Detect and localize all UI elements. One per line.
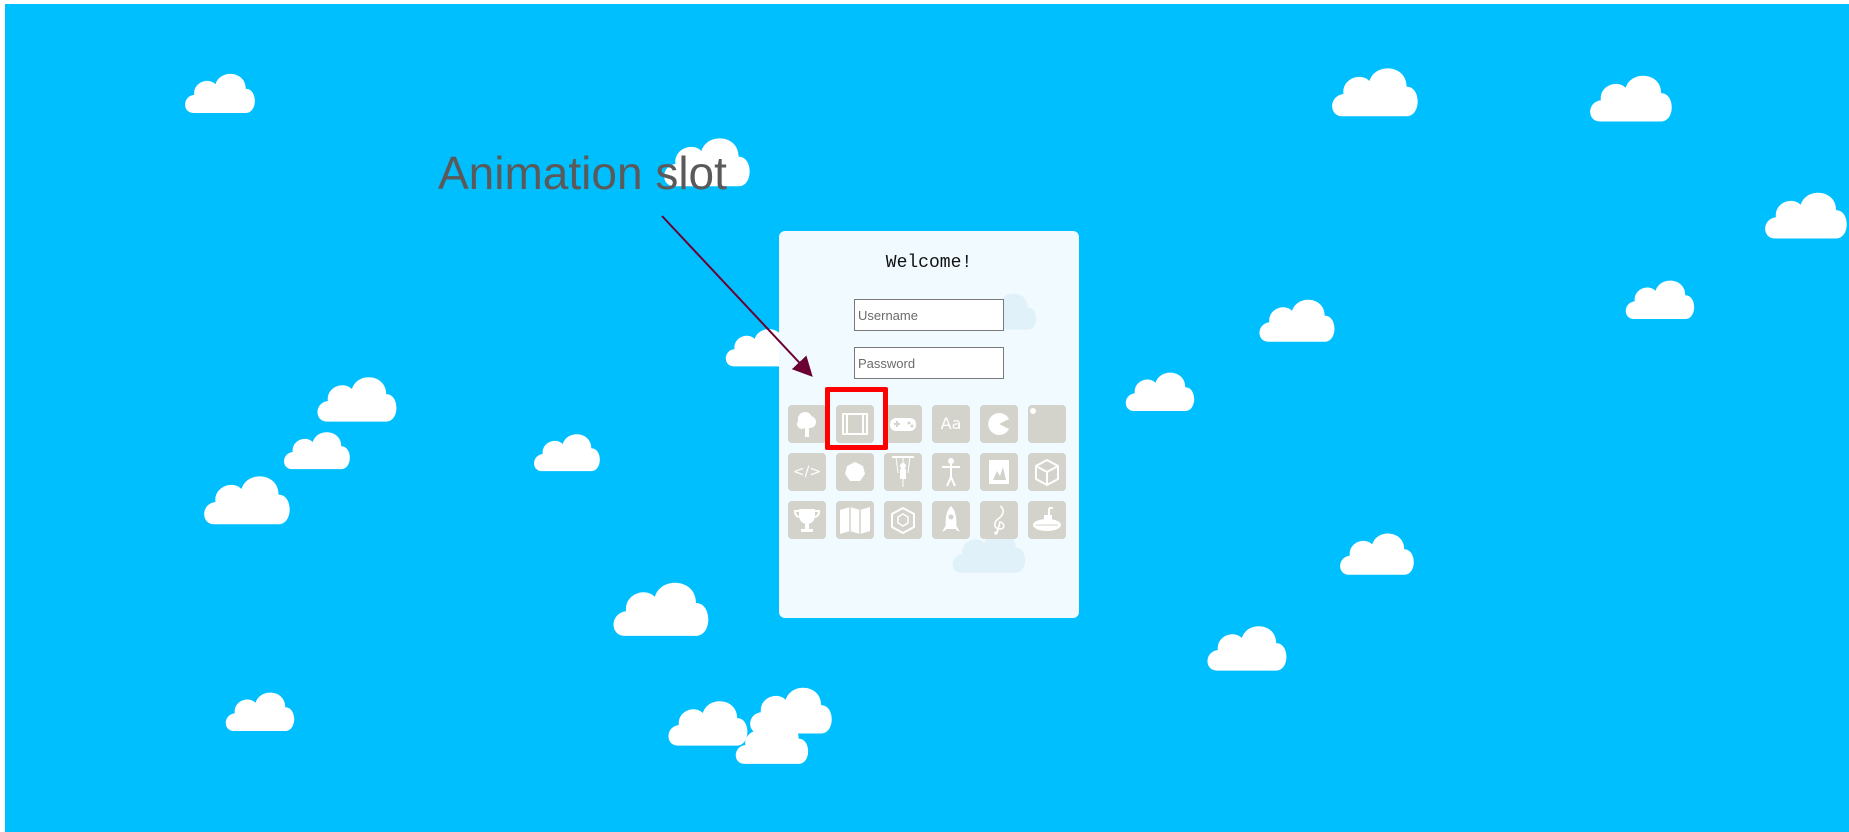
cloud-decoration	[317, 377, 397, 422]
animation-slot-highlight	[825, 387, 888, 450]
cube-icon	[1035, 458, 1059, 487]
welcome-title: Welcome!	[885, 253, 973, 273]
slot-picture[interactable]	[980, 453, 1018, 491]
slot-submarine[interactable]	[1028, 501, 1066, 539]
cloud-decoration	[1765, 192, 1847, 239]
slot-box[interactable]	[884, 501, 922, 539]
dot-icon	[1030, 408, 1036, 414]
code-icon: </>	[792, 464, 822, 480]
cloud-decoration	[1332, 68, 1418, 117]
slot-music[interactable]	[980, 501, 1018, 539]
username-input[interactable]	[854, 299, 1004, 331]
cloud-decoration	[1625, 280, 1695, 320]
submarine-icon	[1033, 507, 1061, 531]
tree-icon	[797, 412, 816, 437]
cloud-decoration	[613, 582, 709, 636]
gamepad-icon	[890, 418, 916, 431]
slot-tree[interactable]	[788, 405, 826, 443]
slot-map[interactable]	[836, 501, 874, 539]
login-card: Welcome! Aa </>	[779, 231, 1079, 618]
pie-icon	[988, 413, 1009, 435]
annotation-label: Animation slot	[438, 147, 727, 199]
slot-dot[interactable]	[1028, 405, 1066, 443]
picture-icon	[989, 460, 1009, 484]
rocket-icon	[942, 506, 960, 532]
cloud-decoration	[225, 692, 295, 732]
cloud-decoration	[534, 434, 600, 472]
box-icon	[891, 506, 915, 535]
cloud-decoration	[1207, 626, 1287, 671]
cloud-decoration	[1259, 299, 1335, 342]
slot-pie[interactable]	[980, 405, 1018, 443]
circle-icon	[845, 462, 865, 481]
stick-figure-icon	[942, 458, 960, 487]
map-icon	[840, 507, 870, 534]
cloud-decoration	[750, 687, 832, 734]
font-icon: Aa	[940, 414, 962, 433]
slot-rocket[interactable]	[932, 501, 970, 539]
cloud-decoration	[1590, 75, 1672, 122]
password-input[interactable]	[854, 347, 1004, 379]
slot-shape[interactable]	[836, 453, 874, 491]
slot-trophy[interactable]	[788, 501, 826, 539]
cloud-decoration	[185, 73, 255, 113]
slot-cube[interactable]	[1028, 453, 1066, 491]
slot-figure[interactable]	[932, 453, 970, 491]
slot-code[interactable]: </>	[788, 453, 826, 491]
music-note-icon	[994, 505, 1005, 535]
puppet-icon	[892, 456, 914, 487]
cloud-decoration	[1340, 533, 1414, 575]
trophy-icon	[793, 509, 821, 532]
slot-puppet[interactable]	[884, 453, 922, 491]
slot-game[interactable]	[884, 405, 922, 443]
cloud-decoration	[1125, 372, 1195, 412]
cloud-decoration	[204, 476, 290, 525]
slot-font[interactable]: Aa	[932, 405, 970, 443]
